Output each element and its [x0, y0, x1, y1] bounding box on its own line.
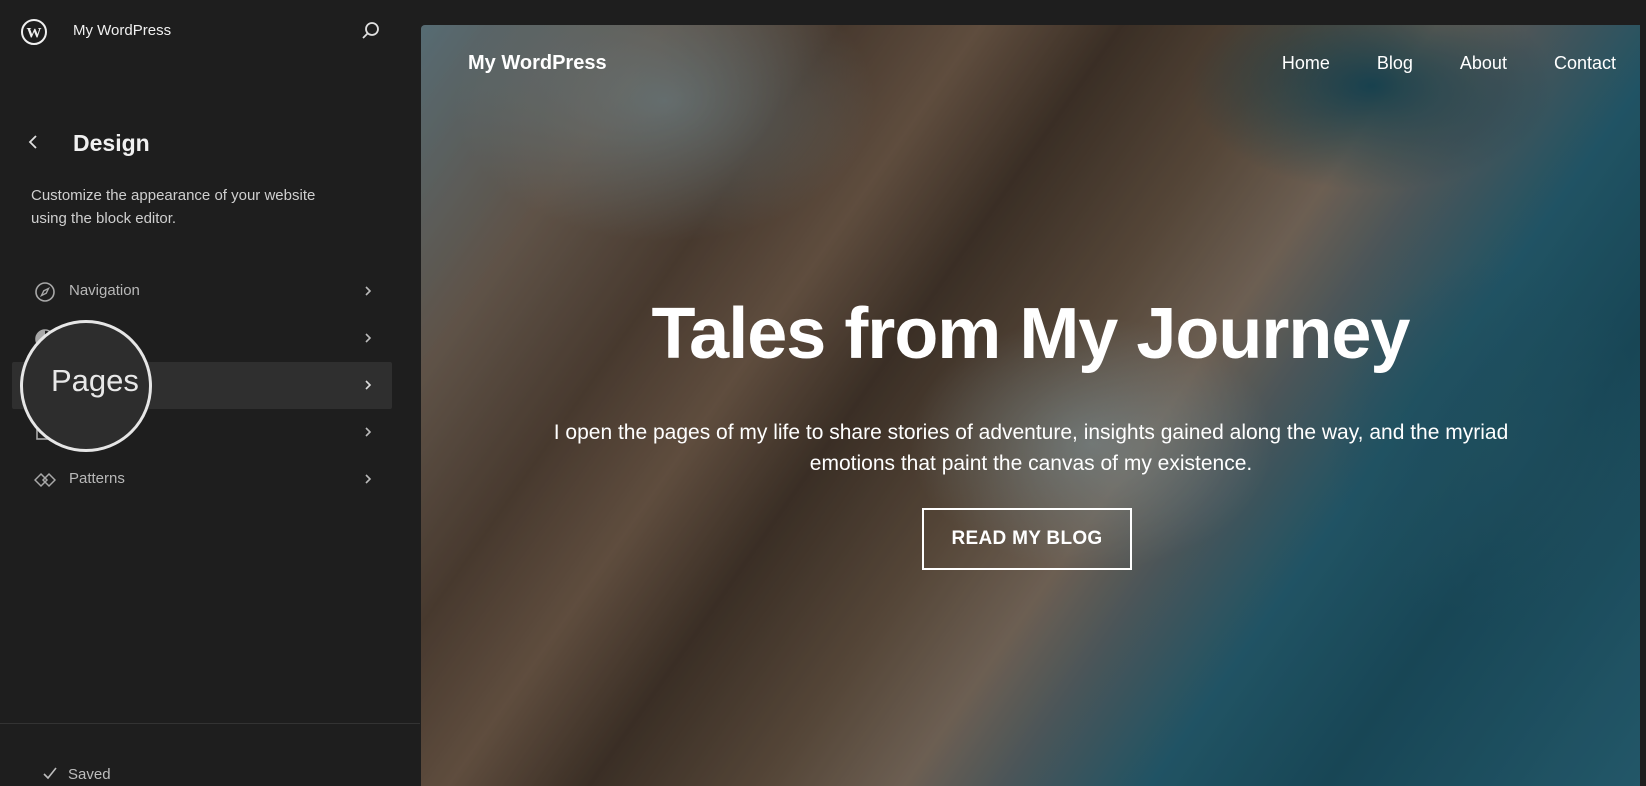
- check-icon: [42, 765, 58, 781]
- nav-item-patterns[interactable]: Patterns: [12, 456, 392, 503]
- site-editor-sidebar: W My WordPress Design Customize the appe…: [0, 0, 420, 786]
- chevron-right-icon: [360, 377, 376, 393]
- saved-label: Saved: [68, 766, 111, 783]
- hero-subtitle: I open the pages of my life to share sto…: [553, 421, 1509, 475]
- hero-title: Tales from My Journey: [651, 294, 1411, 374]
- chevron-right-icon: [360, 283, 376, 299]
- footer-divider: [0, 723, 420, 724]
- patterns-icon: [33, 469, 57, 491]
- svg-text:W: W: [27, 26, 42, 42]
- preview-site-title[interactable]: My WordPress: [468, 52, 607, 75]
- chevron-right-icon: [360, 471, 376, 487]
- site-preview[interactable]: My WordPress Home Blog About Contact Tal…: [421, 25, 1640, 786]
- wordpress-logo-icon[interactable]: W: [21, 19, 47, 45]
- nav-item-navigation[interactable]: Navigation: [12, 268, 392, 315]
- chevron-right-icon: [360, 424, 376, 440]
- preview-nav-blog[interactable]: Blog: [1377, 53, 1413, 74]
- nav-item-label: Patterns: [69, 470, 125, 487]
- preview-nav-about[interactable]: About: [1460, 53, 1507, 74]
- preview-nav-contact[interactable]: Contact: [1554, 53, 1616, 74]
- zoom-magnifier: Pages: [20, 320, 152, 452]
- design-title: Design: [73, 130, 150, 156]
- preview-navigation: Home Blog About Contact: [1282, 53, 1616, 74]
- save-status: Saved: [42, 765, 111, 783]
- site-name[interactable]: My WordPress: [73, 22, 171, 39]
- nav-item-label: Navigation: [69, 282, 140, 299]
- design-description: Customize the appearance of your website…: [31, 187, 316, 227]
- navigation-compass-icon: [34, 281, 56, 303]
- magnifier-label: Pages: [51, 363, 139, 398]
- preview-nav-home[interactable]: Home: [1282, 53, 1330, 74]
- chevron-right-icon: [360, 330, 376, 346]
- read-blog-button[interactable]: READ MY BLOG: [922, 508, 1132, 570]
- back-chevron-icon[interactable]: [24, 132, 44, 152]
- search-icon[interactable]: [360, 20, 382, 42]
- preview-edge: [1640, 25, 1646, 786]
